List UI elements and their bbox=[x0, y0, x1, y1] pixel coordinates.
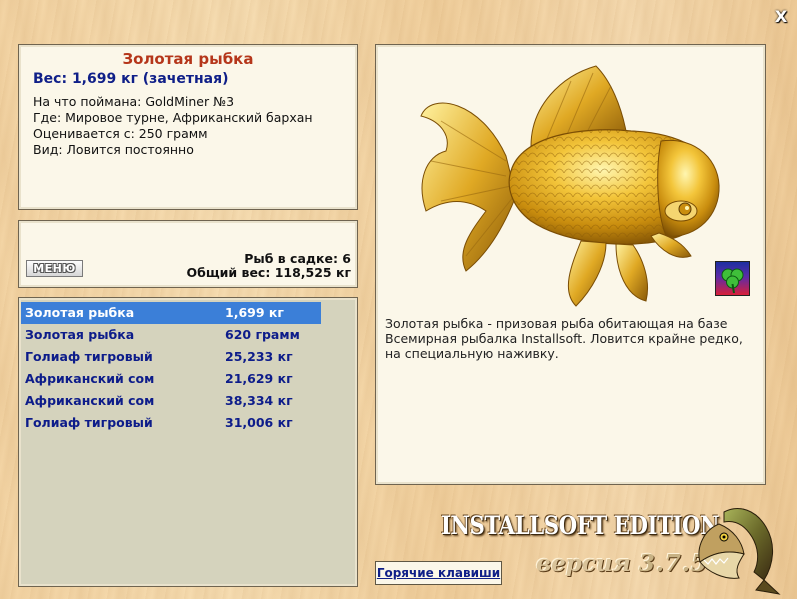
catch-row[interactable]: Африканский сом 38,334 кг bbox=[21, 390, 321, 412]
edition-logo: INSTALLSOFT EDITION bbox=[441, 511, 720, 540]
catch-name: Африканский сом bbox=[25, 371, 155, 386]
catch-row[interactable]: Голиаф тигровый 31,006 кг bbox=[21, 412, 321, 434]
clover-icon bbox=[715, 261, 750, 296]
catch-list[interactable]: Золотая рыбка 1,699 кг Золотая рыбка 620… bbox=[18, 297, 358, 587]
catch-name: Голиаф тигровый bbox=[25, 415, 153, 430]
species-info: Вид: Ловится постоянно bbox=[33, 142, 194, 157]
location-info: Где: Мировое турне, Африканский бархан bbox=[33, 110, 313, 125]
catch-weight: 25,233 кг bbox=[225, 349, 293, 364]
catch-name: Золотая рыбка bbox=[25, 327, 135, 342]
catch-weight: 38,334 кг bbox=[225, 393, 293, 408]
catch-weight: 21,629 кг bbox=[225, 371, 293, 386]
fish-count: Рыб в садке: 6 bbox=[244, 251, 351, 266]
catch-row-selected[interactable]: Золотая рыбка 1,699 кг bbox=[21, 302, 321, 324]
bait-info: На что поймана: GoldMiner №3 bbox=[33, 94, 235, 109]
fish-description: Золотая рыбка - призовая рыба обитающая … bbox=[385, 316, 743, 361]
keepnet-stats-panel: МЕНЮ Рыб в садке: 6 Общий вес: 118,525 к… bbox=[18, 220, 358, 288]
catch-name: Золотая рыбка bbox=[25, 305, 135, 320]
fish-weight: Вес: 1,699 кг (зачетная) bbox=[33, 71, 229, 87]
version-label: версия 3.7.5 bbox=[536, 550, 708, 577]
catch-weight: 620 грамм bbox=[225, 327, 300, 342]
version-word: версия bbox=[536, 550, 631, 577]
valuation-info: Оценивается с: 250 грамм bbox=[33, 126, 208, 141]
hotkeys-button[interactable]: Горячие клавиши bbox=[375, 561, 502, 585]
catch-name: Африканский сом bbox=[25, 393, 155, 408]
fish-title: Золотая рыбка bbox=[122, 50, 254, 68]
goldfish-image bbox=[420, 65, 720, 307]
catch-row[interactable]: Золотая рыбка 620 грамм bbox=[21, 324, 321, 346]
catch-weight: 1,699 кг bbox=[225, 305, 284, 320]
menu-button[interactable]: МЕНЮ bbox=[26, 260, 83, 277]
total-weight: Общий вес: 118,525 кг bbox=[186, 265, 352, 280]
fish-info-panel: Золотая рыбка Вес: 1,699 кг (зачетная) Н… bbox=[18, 44, 358, 210]
catch-weight: 31,006 кг bbox=[225, 415, 293, 430]
close-button[interactable]: X bbox=[772, 8, 790, 26]
fish-detail-panel: Золотая рыбка - призовая рыба обитающая … bbox=[375, 44, 766, 485]
pike-fish-logo bbox=[698, 508, 781, 595]
catch-row[interactable]: Африканский сом 21,629 кг bbox=[21, 368, 321, 390]
catch-row[interactable]: Голиаф тигровый 25,233 кг bbox=[21, 346, 321, 368]
catch-name: Голиаф тигровый bbox=[25, 349, 153, 364]
